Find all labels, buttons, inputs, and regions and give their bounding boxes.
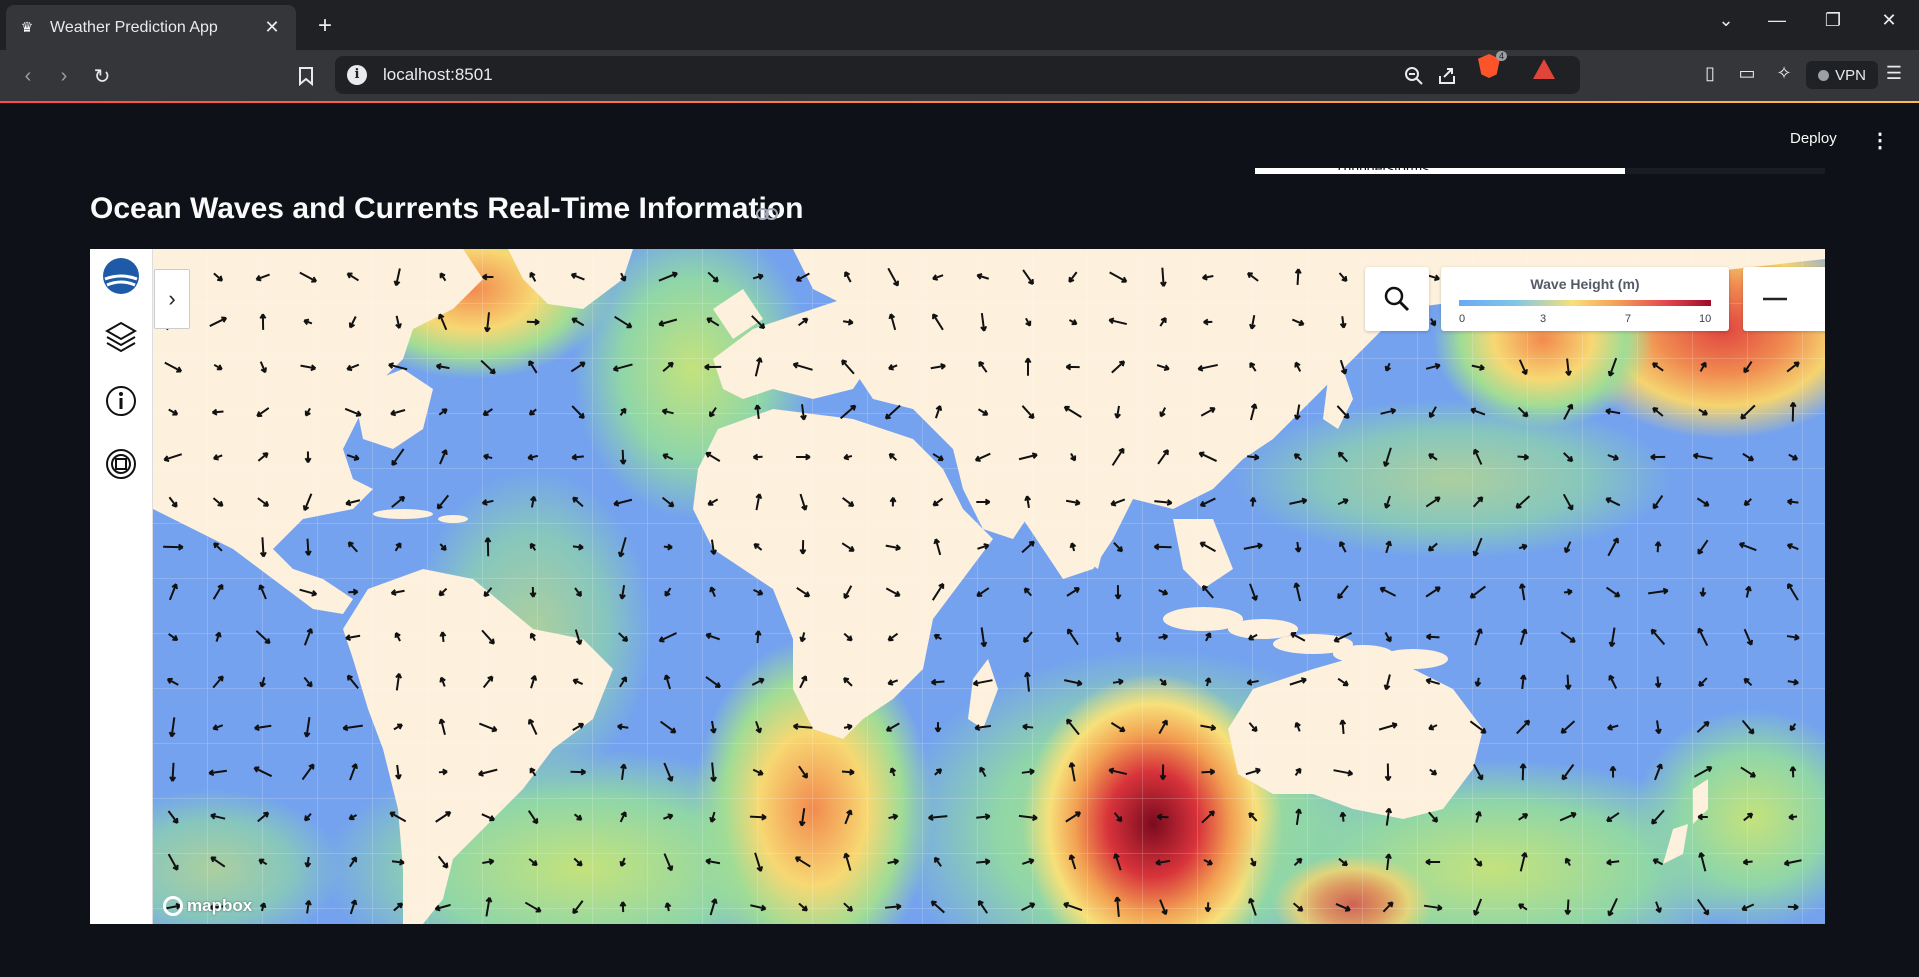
zoom-out-button[interactable] — [1743, 267, 1807, 331]
browser-tabbar: ♛ Weather Prediction App ✕ + ⌄ — ❐ ✕ — [0, 0, 1919, 50]
mapbox-logo-icon — [163, 896, 183, 916]
info-icon[interactable] — [102, 382, 140, 420]
map-sidebar — [90, 249, 153, 924]
wave-height-map[interactable]: Wave Height (m) 0 3 7 10 mapbox — [153, 249, 1825, 924]
vpn-status-icon — [1818, 69, 1830, 81]
page-heading: Ocean Waves and Currents Real-Time Infor… — [90, 192, 804, 225]
share-icon[interactable] — [1435, 64, 1459, 88]
restore-button[interactable]: ❐ — [1818, 10, 1848, 31]
map-canvas[interactable] — [153, 249, 1825, 924]
bookmark-icon[interactable] — [292, 62, 320, 90]
sidebar-toggle-icon[interactable]: ▯ — [1697, 63, 1723, 84]
anchor-link-icon[interactable] — [756, 204, 778, 227]
mapbox-attribution[interactable]: mapbox — [163, 896, 252, 916]
vpn-button[interactable]: VPN — [1806, 61, 1878, 89]
close-tab-icon[interactable]: ✕ — [260, 17, 284, 38]
legend-tick: 3 — [1540, 313, 1547, 325]
sidebar-expand-button[interactable]: › — [154, 269, 190, 329]
browser-tab-active[interactable]: ♛ Weather Prediction App ✕ — [6, 5, 296, 50]
brave-shields-count: 4 — [1496, 51, 1508, 61]
forward-button[interactable]: › — [50, 62, 78, 90]
crown-icon: ♛ — [20, 19, 34, 35]
legend-tick: 7 — [1625, 313, 1632, 325]
deploy-button[interactable]: Deploy — [1790, 130, 1837, 147]
target-icon[interactable] — [102, 445, 140, 483]
wave-height-legend: Wave Height (m) 0 3 7 10 — [1441, 267, 1729, 331]
ocean-map-embed[interactable]: Wave Height (m) 0 3 7 10 mapbox › — [90, 249, 1825, 924]
main-menu-icon[interactable]: ⋮ — [1870, 128, 1890, 153]
tab-search-chevron-icon[interactable]: ⌄ — [1711, 10, 1741, 31]
leo-ai-icon[interactable]: ✧ — [1771, 63, 1797, 84]
layers-icon[interactable] — [102, 319, 140, 357]
map-search-button[interactable] — [1365, 267, 1429, 331]
previous-chart-legend-label: Thunderstorms — [1335, 162, 1430, 170]
browser-toolbar: ‹ › ↻ i localhost:8501 4 ▯ ▭ ✧ VPN ☰ — [0, 50, 1919, 101]
vpn-label: VPN — [1835, 66, 1866, 84]
zoom-in-button[interactable] — [1807, 267, 1825, 331]
zoom-controls — [1743, 267, 1825, 331]
back-button[interactable]: ‹ — [14, 62, 42, 90]
minimize-button[interactable]: — — [1762, 10, 1792, 31]
zoom-out-icon[interactable] — [1402, 64, 1426, 88]
legend-title: Wave Height (m) — [1530, 276, 1640, 292]
legend-tick: 10 — [1699, 313, 1712, 325]
wallet-icon[interactable]: ▭ — [1734, 63, 1760, 84]
site-info-icon[interactable]: i — [347, 65, 367, 85]
streamlit-top-decoration — [0, 101, 1919, 103]
legend-color-bar — [1459, 300, 1711, 306]
tab-title: Weather Prediction App — [50, 18, 218, 36]
address-bar[interactable]: i localhost:8501 — [335, 56, 1580, 94]
url-text[interactable]: localhost:8501 — [383, 65, 493, 85]
mapbox-label: mapbox — [187, 896, 253, 915]
new-tab-button[interactable]: + — [312, 12, 338, 40]
legend-tick: 0 — [1459, 313, 1466, 325]
reload-button[interactable]: ↻ — [88, 62, 116, 90]
previous-chart-remnant-dark — [1625, 168, 1825, 174]
noaa-logo-icon[interactable] — [102, 257, 140, 295]
close-window-button[interactable]: ✕ — [1874, 10, 1904, 31]
menu-icon[interactable]: ☰ — [1881, 63, 1907, 84]
brave-rewards-icon[interactable] — [1533, 59, 1555, 79]
legend-ticks: 0 3 7 10 — [1459, 313, 1711, 327]
